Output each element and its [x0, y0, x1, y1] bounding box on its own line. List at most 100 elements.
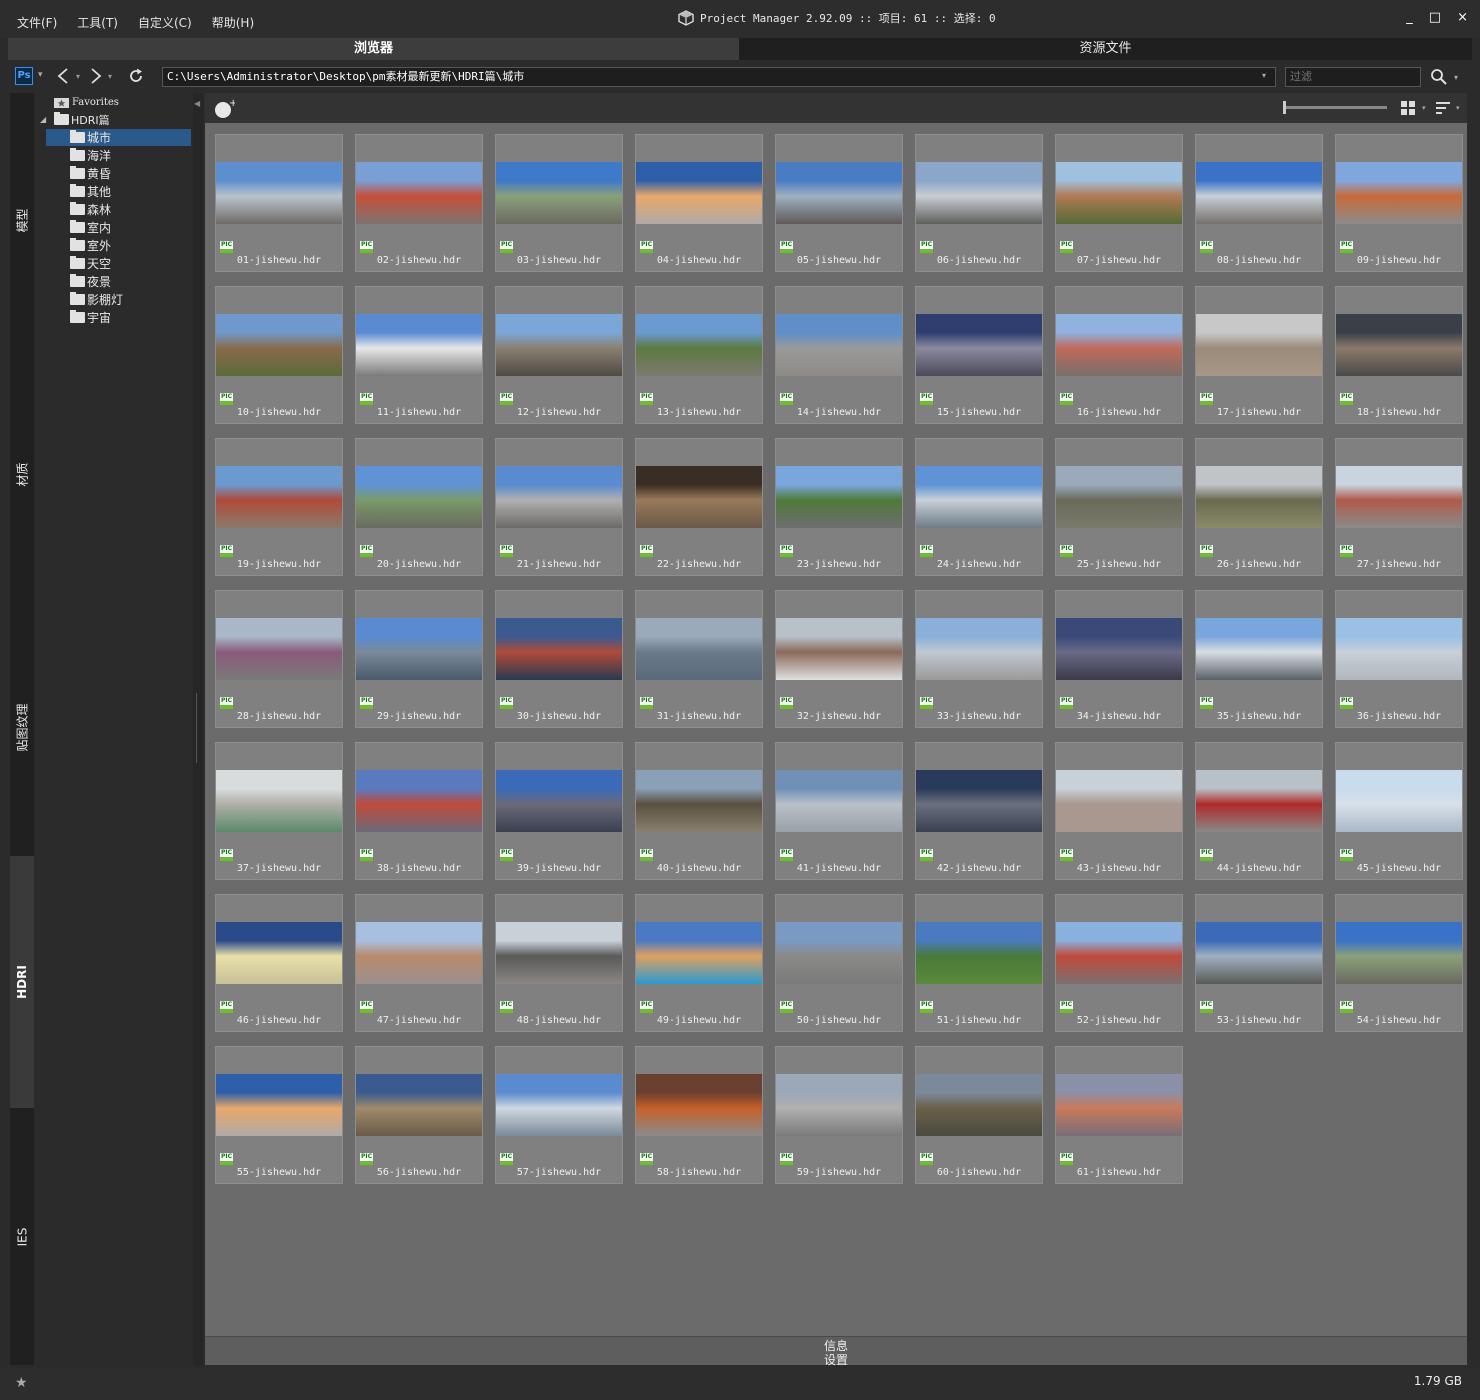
add-favorite-icon[interactable]: + — [213, 98, 235, 120]
side-tab-ies[interactable]: IES — [10, 1109, 34, 1365]
thumbnail-item[interactable]: PIC 61-jishewu.hdr — [1055, 1046, 1183, 1184]
path-input[interactable]: C:\Users\Administrator\Desktop\pm素材最新更新\… — [162, 67, 1276, 87]
thumbnail-item[interactable]: PIC 04-jishewu.hdr — [635, 134, 763, 272]
panel-splitter[interactable]: ◀ — [193, 93, 203, 1365]
thumbnail-item[interactable]: PIC 10-jishewu.hdr — [215, 286, 343, 424]
path-dropdown-icon[interactable]: ▾ — [1262, 71, 1266, 80]
close-button[interactable]: × — [1457, 10, 1468, 25]
thumbnail-item[interactable]: PIC 01-jishewu.hdr — [215, 134, 343, 272]
thumbnail-item[interactable]: PIC 08-jishewu.hdr — [1195, 134, 1323, 272]
thumbnail-item[interactable]: PIC 58-jishewu.hdr — [635, 1046, 763, 1184]
thumbnail-item[interactable]: PIC 23-jishewu.hdr — [775, 438, 903, 576]
thumbnail-item[interactable]: PIC 55-jishewu.hdr — [215, 1046, 343, 1184]
sort-dropdown-icon[interactable]: ▾ — [1456, 104, 1460, 112]
tree-item[interactable]: 城市 — [46, 129, 191, 146]
thumbnail-item[interactable]: PIC 29-jishewu.hdr — [355, 590, 483, 728]
tree-favorites[interactable]: Favorites — [54, 94, 119, 111]
thumbnail-item[interactable]: PIC 59-jishewu.hdr — [775, 1046, 903, 1184]
sort-icon[interactable] — [1435, 100, 1453, 116]
thumbnail-item[interactable]: PIC 53-jishewu.hdr — [1195, 894, 1323, 1032]
history-dropdown-icon[interactable]: ▾ — [76, 72, 80, 81]
thumbnail-item[interactable]: PIC 34-jishewu.hdr — [1055, 590, 1183, 728]
thumbnail-item[interactable]: PIC 41-jishewu.hdr — [775, 742, 903, 880]
side-tab-models[interactable]: 模型 — [10, 93, 34, 348]
thumbnail-size-slider[interactable] — [1283, 106, 1387, 109]
tab-browser[interactable]: 浏览器 — [8, 38, 739, 60]
tree-item[interactable]: 夜景 — [70, 273, 111, 290]
tree-item[interactable]: 影棚灯 — [70, 291, 123, 308]
tree-item[interactable]: 室外 — [70, 237, 111, 254]
thumbnail-item[interactable]: PIC 46-jishewu.hdr — [215, 894, 343, 1032]
tree-item[interactable]: 宇宙 — [70, 309, 111, 326]
back-icon[interactable] — [56, 66, 70, 86]
photoshop-icon[interactable]: Ps — [15, 67, 33, 85]
thumbnail-item[interactable]: PIC 12-jishewu.hdr — [495, 286, 623, 424]
thumbnail-item[interactable]: PIC 36-jishewu.hdr — [1335, 590, 1463, 728]
thumbnail-item[interactable]: PIC 51-jishewu.hdr — [915, 894, 1043, 1032]
thumbnail-item[interactable]: PIC 05-jishewu.hdr — [775, 134, 903, 272]
tree-item[interactable]: 海洋 — [70, 147, 111, 164]
thumbnail-item[interactable]: PIC 44-jishewu.hdr — [1195, 742, 1323, 880]
thumbnail-item[interactable]: PIC 48-jishewu.hdr — [495, 894, 623, 1032]
thumbnail-item[interactable]: PIC 24-jishewu.hdr — [915, 438, 1043, 576]
thumbnail-item[interactable]: PIC 31-jishewu.hdr — [635, 590, 763, 728]
side-tab-textures[interactable]: 贴图纹理 — [10, 600, 34, 855]
thumbnail-item[interactable]: PIC 27-jishewu.hdr — [1335, 438, 1463, 576]
menu-help[interactable]: 帮助(H) — [212, 14, 254, 31]
tab-assets[interactable]: 资源文件 — [739, 38, 1472, 60]
thumbnail-item[interactable]: PIC 37-jishewu.hdr — [215, 742, 343, 880]
thumbnail-item[interactable]: PIC 03-jishewu.hdr — [495, 134, 623, 272]
thumbnail-item[interactable]: PIC 38-jishewu.hdr — [355, 742, 483, 880]
collapse-arrow-icon[interactable]: ◀ — [194, 99, 200, 108]
thumbnail-item[interactable]: PIC 25-jishewu.hdr — [1055, 438, 1183, 576]
side-tab-materials[interactable]: 材质 — [10, 349, 34, 599]
tree-item[interactable]: 室内 — [70, 219, 111, 236]
maximize-button[interactable]: □ — [1429, 10, 1441, 25]
menu-file[interactable]: 文件(F) — [17, 14, 57, 31]
forward-icon[interactable] — [89, 66, 103, 86]
dropdown-arrow-icon[interactable]: ▾ — [38, 70, 43, 80]
thumbnail-item[interactable]: PIC 30-jishewu.hdr — [495, 590, 623, 728]
minimize-button[interactable]: _ — [1406, 10, 1413, 25]
expand-caret-icon[interactable]: ◢ — [40, 115, 46, 124]
thumbnail-item[interactable]: PIC 47-jishewu.hdr — [355, 894, 483, 1032]
thumbnail-item[interactable]: PIC 22-jishewu.hdr — [635, 438, 763, 576]
thumbnail-item[interactable]: PIC 52-jishewu.hdr — [1055, 894, 1183, 1032]
thumbnail-item[interactable]: PIC 13-jishewu.hdr — [635, 286, 763, 424]
thumbnail-item[interactable]: PIC 32-jishewu.hdr — [775, 590, 903, 728]
thumbnail-item[interactable]: PIC 40-jishewu.hdr — [635, 742, 763, 880]
thumbnail-item[interactable]: PIC 56-jishewu.hdr — [355, 1046, 483, 1184]
star-icon[interactable]: ★ — [15, 1375, 28, 1391]
search-dropdown-icon[interactable]: ▾ — [1454, 73, 1458, 82]
thumbnail-item[interactable]: PIC 02-jishewu.hdr — [355, 134, 483, 272]
thumbnail-item[interactable]: PIC 18-jishewu.hdr — [1335, 286, 1463, 424]
forward-dropdown-icon[interactable]: ▾ — [108, 72, 112, 81]
thumbnail-item[interactable]: PIC 50-jishewu.hdr — [775, 894, 903, 1032]
view-dropdown-icon[interactable]: ▾ — [1422, 104, 1426, 112]
refresh-icon[interactable] — [127, 67, 145, 85]
grid-view-icon[interactable] — [1400, 100, 1416, 116]
tree-item[interactable]: 森林 — [70, 201, 111, 218]
thumbnail-item[interactable]: PIC 60-jishewu.hdr — [915, 1046, 1043, 1184]
thumbnail-item[interactable]: PIC 09-jishewu.hdr — [1335, 134, 1463, 272]
thumbnail-item[interactable]: PIC 49-jishewu.hdr — [635, 894, 763, 1032]
thumbnail-item[interactable]: PIC 06-jishewu.hdr — [915, 134, 1043, 272]
filter-input[interactable]: 过滤 — [1285, 67, 1421, 87]
tree-item[interactable]: 天空 — [70, 255, 111, 272]
thumbnail-item[interactable]: PIC 39-jishewu.hdr — [495, 742, 623, 880]
tree-root-hdri[interactable]: HDRI篇 — [54, 111, 110, 128]
search-icon[interactable] — [1430, 68, 1448, 86]
side-tab-hdri[interactable]: HDRI — [10, 856, 34, 1108]
menu-tools[interactable]: 工具(T) — [77, 14, 118, 31]
thumbnail-item[interactable]: PIC 17-jishewu.hdr — [1195, 286, 1323, 424]
thumbnail-item[interactable]: PIC 45-jishewu.hdr — [1335, 742, 1463, 880]
thumbnail-item[interactable]: PIC 26-jishewu.hdr — [1195, 438, 1323, 576]
thumbnail-item[interactable]: PIC 35-jishewu.hdr — [1195, 590, 1323, 728]
slider-handle[interactable] — [1283, 101, 1286, 114]
thumbnail-item[interactable]: PIC 07-jishewu.hdr — [1055, 134, 1183, 272]
thumbnail-item[interactable]: PIC 43-jishewu.hdr — [1055, 742, 1183, 880]
thumbnail-item[interactable]: PIC 19-jishewu.hdr — [215, 438, 343, 576]
tree-item[interactable]: 其他 — [70, 183, 111, 200]
thumbnail-item[interactable]: PIC 42-jishewu.hdr — [915, 742, 1043, 880]
menu-customize[interactable]: 自定义(C) — [138, 14, 192, 31]
